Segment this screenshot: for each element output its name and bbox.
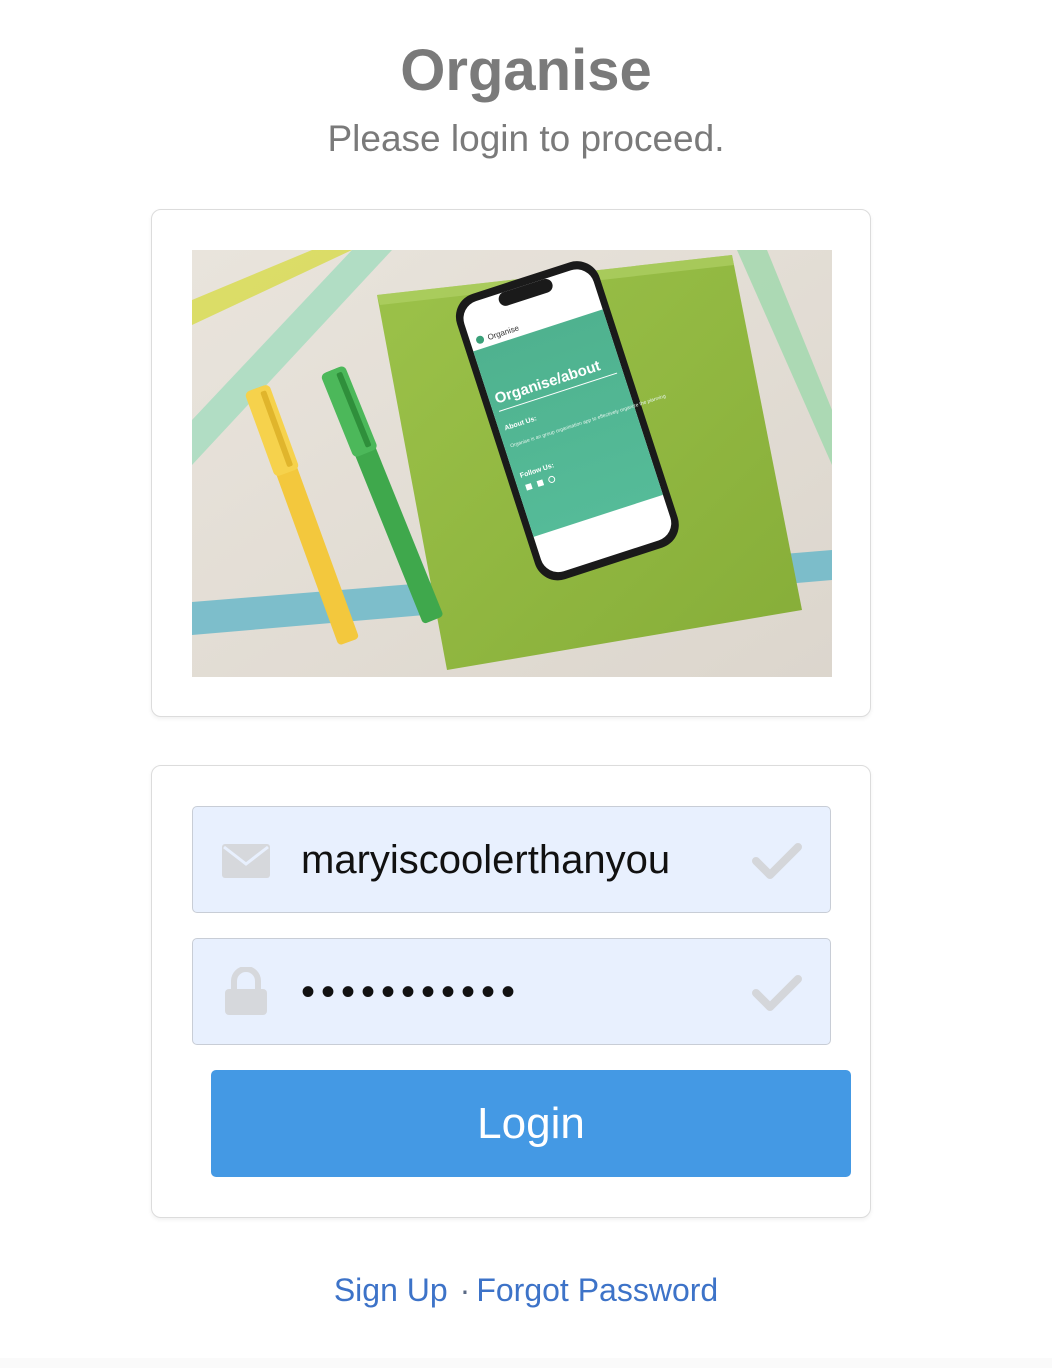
password-input[interactable] [301,965,721,1019]
forgot-password-link[interactable]: Forgot Password [476,1272,718,1308]
lock-icon [221,966,271,1015]
footer-links: Sign Up · Forgot Password [0,1268,1052,1312]
hero-photo-illustration: Organise Organise/about About Us: Organi… [192,250,832,677]
login-button[interactable]: Login [211,1070,851,1177]
link-separator: · [459,1272,471,1308]
page-title: Organise [400,38,652,103]
page-subtitle: Please login to proceed. [327,118,725,159]
hero-image-card: Organise Organise/about About Us: Organi… [151,209,871,717]
login-page: Organise Please login to proceed. Organi… [0,0,1052,1368]
envelope-icon [221,841,271,881]
check-icon [752,973,802,1013]
password-field[interactable] [192,938,831,1045]
login-form-card: Login [151,765,871,1218]
bottom-strip [0,1358,1052,1368]
email-input[interactable] [301,833,721,887]
signup-link[interactable]: Sign Up [334,1272,448,1308]
check-icon [752,841,802,881]
email-field[interactable] [192,806,831,913]
hero-photo: Organise Organise/about About Us: Organi… [192,250,832,677]
